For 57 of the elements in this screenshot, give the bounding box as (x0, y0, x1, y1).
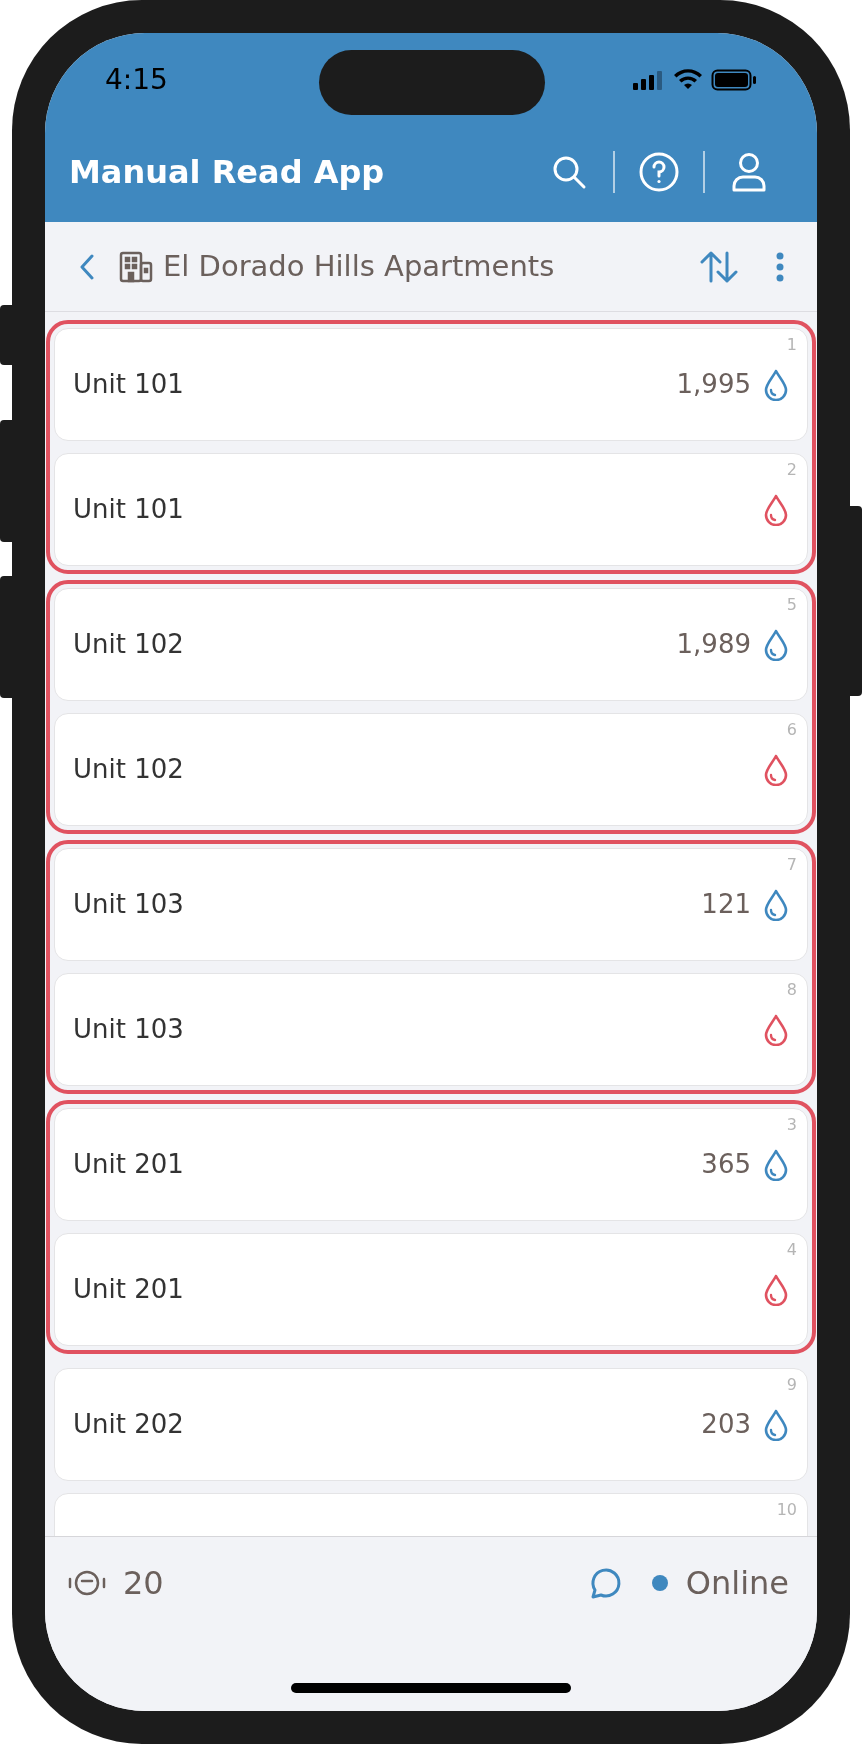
sequence-number: 7 (786, 854, 797, 876)
sort-icon (699, 249, 739, 284)
connection-status: Online (685, 1563, 789, 1604)
app-title: Manual Read App (69, 151, 386, 193)
sequence-number: 6 (786, 719, 797, 741)
unit-name: Unit 102 (73, 628, 185, 661)
meter-reading: 365 (701, 1148, 751, 1181)
sequence-number: 4 (786, 1239, 797, 1261)
sequence-number: 2 (786, 459, 797, 481)
help-icon (639, 151, 679, 192)
back-icon (79, 252, 95, 281)
unit-card[interactable]: 7 Unit 103 121 (54, 848, 808, 961)
battery-icon (711, 69, 757, 91)
water-drop-icon (763, 1408, 789, 1441)
water-drop-icon (763, 493, 789, 526)
unit-name: Unit 101 (73, 493, 185, 526)
unit-card[interactable]: 4 Unit 201 (54, 1233, 808, 1346)
more-icon (776, 251, 784, 282)
water-drop-icon (763, 368, 789, 401)
water-drop-icon (763, 628, 789, 661)
status-time: 4:15 (105, 62, 168, 98)
unit-name: Unit 103 (73, 1013, 185, 1046)
water-drop-icon (763, 1148, 789, 1181)
meter-reading: 1,995 (676, 368, 751, 401)
unit-card[interactable]: 3 Unit 201 365 (54, 1108, 808, 1221)
unit-name: Unit 202 (73, 1408, 185, 1441)
unit-card[interactable]: 1 Unit 101 1,995 (54, 328, 808, 441)
building-icon (119, 250, 153, 283)
sequence-number: 10 (776, 1499, 797, 1521)
water-drop-icon (763, 888, 789, 921)
sequence-number: 3 (786, 1114, 797, 1136)
signal-icon (633, 70, 665, 90)
property-title: El Dorado Hills Apartments (163, 247, 556, 285)
sequence-number: 5 (786, 594, 797, 616)
user-icon (731, 151, 767, 192)
sequence-number: 9 (786, 1374, 797, 1396)
meter-reading: 121 (701, 888, 751, 921)
wifi-icon (673, 69, 703, 91)
unit-name: Unit 103 (73, 888, 185, 921)
unit-card[interactable]: 6 Unit 102 (54, 713, 808, 826)
unit-card[interactable]: 2 Unit 101 (54, 453, 808, 566)
unit-card[interactable]: 8 Unit 103 (54, 973, 808, 1086)
meter-reading: 1,989 (676, 628, 751, 661)
unit-name: Unit 101 (73, 368, 185, 401)
water-drop-icon (763, 1273, 789, 1306)
unit-name: Unit 201 (73, 1148, 185, 1181)
meter-icon (67, 1568, 107, 1598)
sequence-number: 8 (786, 979, 797, 1001)
unit-name: Unit 201 (73, 1273, 185, 1306)
unit-card[interactable]: 5 Unit 102 1,989 (54, 588, 808, 701)
meter-reading: 203 (701, 1408, 751, 1441)
water-drop-icon (763, 1013, 789, 1046)
meter-count: 20 (123, 1563, 165, 1604)
sequence-number: 1 (786, 334, 797, 356)
water-drop-icon (763, 753, 789, 786)
unit-name: Unit 102 (73, 753, 185, 786)
unit-card[interactable]: 9 Unit 202 203 (54, 1368, 808, 1481)
